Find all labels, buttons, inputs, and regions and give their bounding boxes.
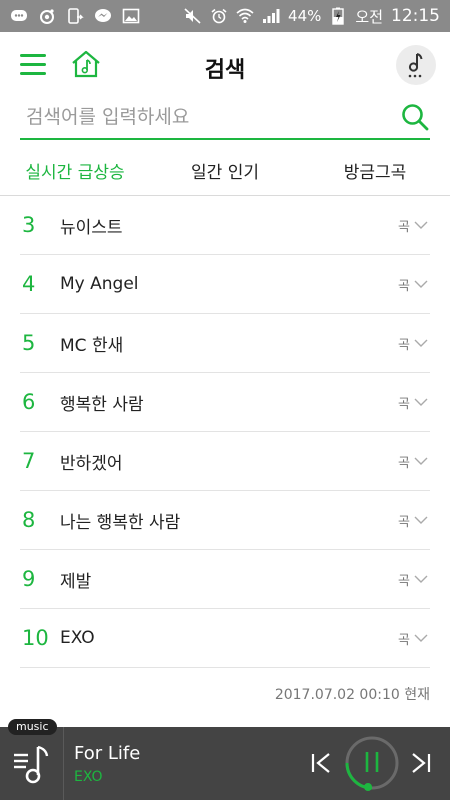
battery-charging-icon <box>329 7 347 25</box>
rank-number: 5 <box>22 331 36 355</box>
keyword: 제발 <box>60 571 92 592</box>
previous-icon[interactable] <box>310 751 332 775</box>
keyword: My Angel <box>60 274 139 294</box>
tab-realtime[interactable]: 실시간 급상승 <box>0 146 150 195</box>
status-bar: 44% 오전 12:15 <box>0 0 450 32</box>
chevron-down-icon[interactable] <box>414 277 428 291</box>
page-title: 검색 <box>204 58 246 83</box>
kind-label: 곡 <box>398 337 410 353</box>
track-title[interactable]: For Life <box>74 743 140 764</box>
keyword: 반하겠어 <box>60 453 123 474</box>
time-ampm: 오전 <box>355 7 383 26</box>
list-item[interactable]: 4 My Angel 곡 <box>20 255 430 314</box>
tab-that-song[interactable]: 방금그곡 <box>300 146 450 195</box>
keyword: 나는 행복한 사람 <box>60 512 181 533</box>
playlist-icon[interactable] <box>10 741 56 789</box>
chevron-down-icon[interactable] <box>414 513 428 527</box>
ranking-tabs: 실시간 급상승 일간 인기 방금그곡 <box>0 146 450 196</box>
chevron-down-icon[interactable] <box>414 218 428 232</box>
kind-label: 곡 <box>398 514 410 530</box>
list-item[interactable]: 5 MC 한새 곡 <box>20 314 430 373</box>
chat-icon <box>10 8 28 24</box>
music-badge: music <box>8 719 57 735</box>
keyword: EXO <box>60 628 95 648</box>
rank-number: 4 <box>22 272 36 296</box>
tab-daily-popular[interactable]: 일간 인기 <box>150 146 300 195</box>
list-item[interactable]: 6 행복한 사람 곡 <box>20 373 430 432</box>
rank-number: 9 <box>22 567 36 591</box>
wifi-icon <box>236 8 254 24</box>
chevron-down-icon[interactable] <box>414 395 428 409</box>
player-divider <box>63 727 64 800</box>
track-artist: EXO <box>74 769 103 785</box>
kind-label: 곡 <box>398 573 410 589</box>
pause-button[interactable] <box>344 735 400 791</box>
list-item[interactable]: 8 나는 행복한 사람 곡 <box>20 491 430 550</box>
chevron-down-icon[interactable] <box>414 631 428 645</box>
keyword: 뉴이스트 <box>60 217 123 238</box>
search-icon[interactable] <box>400 102 430 132</box>
phone-transfer-icon <box>66 8 84 24</box>
search-input[interactable] <box>26 102 386 132</box>
list-item[interactable]: 7 반하겠어 곡 <box>20 432 430 491</box>
kind-label: 곡 <box>398 632 410 648</box>
gallery-icon <box>122 8 140 24</box>
chevron-down-icon[interactable] <box>414 572 428 586</box>
clock: 12:15 <box>391 6 440 26</box>
keyword: MC 한새 <box>60 335 124 356</box>
app-header: 검색 <box>0 32 450 98</box>
chevron-down-icon[interactable] <box>414 336 428 350</box>
kind-label: 곡 <box>398 219 410 235</box>
kind-label: 곡 <box>398 455 410 471</box>
camera-icon <box>38 8 56 24</box>
messenger-icon <box>94 8 112 24</box>
mute-icon <box>184 8 202 24</box>
mini-player: music For Life EXO <box>0 719 450 800</box>
rank-number: 6 <box>22 390 36 414</box>
alarm-icon <box>210 8 228 24</box>
now-playing-button[interactable] <box>396 45 436 85</box>
rank-number: 8 <box>22 508 36 532</box>
signal-icon <box>262 8 280 24</box>
trending-list: 3 뉴이스트 곡 4 My Angel 곡 5 MC 한새 곡 6 행복한 사람… <box>20 196 430 668</box>
kind-label: 곡 <box>398 396 410 412</box>
list-item[interactable]: 3 뉴이스트 곡 <box>20 196 430 255</box>
next-icon[interactable] <box>410 751 432 775</box>
music-note-icon <box>408 53 423 78</box>
rank-number: 10 <box>22 626 49 650</box>
keyword: 행복한 사람 <box>60 394 144 415</box>
search-bar <box>20 98 430 140</box>
update-timestamp: 2017.07.02 00:10 현재 <box>274 687 430 703</box>
rank-number: 7 <box>22 449 36 473</box>
kind-label: 곡 <box>398 278 410 294</box>
list-item[interactable]: 9 제발 곡 <box>20 550 430 609</box>
battery-percent: 44% <box>288 7 322 25</box>
chevron-down-icon[interactable] <box>414 454 428 468</box>
list-item[interactable]: 10 EXO 곡 <box>20 609 430 668</box>
rank-number: 3 <box>22 213 36 237</box>
